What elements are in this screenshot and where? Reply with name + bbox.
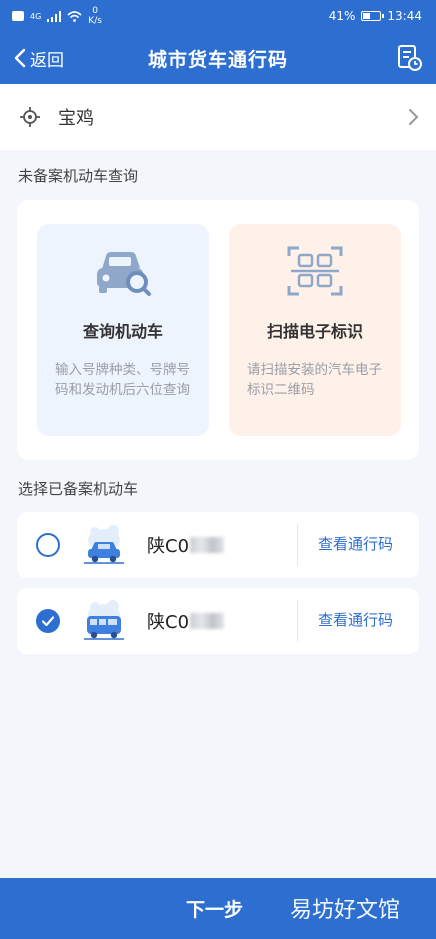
vehicle-plate: 陕C0 xyxy=(147,608,225,634)
back-button[interactable]: 返回 xyxy=(14,32,64,84)
car-search-icon xyxy=(97,252,151,296)
watermark-text: 易坊好文馆 xyxy=(290,898,401,923)
vehicle-radio[interactable] xyxy=(36,609,60,633)
sim-icon xyxy=(12,11,24,21)
vehicle-row[interactable]: 陕C0 查看通行码 xyxy=(17,588,419,654)
speed-unit: K/s xyxy=(88,16,102,26)
city-selector[interactable]: 宝鸡 xyxy=(0,84,436,150)
vehicle-radio[interactable] xyxy=(36,533,60,557)
scan-tag-title: 扫描电子标识 xyxy=(266,322,363,341)
document-clock-icon[interactable] xyxy=(394,43,424,73)
query-vehicle-title: 查询机动车 xyxy=(82,322,163,341)
query-vehicle-desc: 输入号牌种类、号牌号码和发动机后六位查询 xyxy=(55,362,190,398)
back-label: 返回 xyxy=(30,50,64,71)
vehicle-plate-text: 陕C0 xyxy=(147,612,190,633)
scan-tag-desc: 请扫描安装的汽车电子标识二维码 xyxy=(247,362,382,398)
network-type: 4G xyxy=(30,11,42,21)
chevron-right-icon xyxy=(409,109,419,125)
battery-percent: 41% xyxy=(328,9,356,23)
location-target-icon xyxy=(20,107,40,127)
battery-fill xyxy=(363,13,370,19)
network-speed: 0 K/s xyxy=(88,6,102,26)
nav-bar: 返回 城市货车通行码 xyxy=(0,32,436,84)
plate-redaction xyxy=(190,537,225,553)
next-step-button[interactable]: 下一步 xyxy=(186,895,243,922)
wifi-icon xyxy=(67,10,82,22)
row-divider xyxy=(297,600,298,642)
city-name: 宝鸡 xyxy=(58,108,94,129)
speed-value: 0 xyxy=(92,6,98,16)
view-pass-code-button[interactable]: 查看通行码 xyxy=(318,609,393,630)
clock: 13:44 xyxy=(387,9,422,23)
vehicle-plate: 陕C0 xyxy=(147,532,225,558)
bottom-bar: 下一步 易坊好文馆 xyxy=(0,878,436,939)
plate-redaction xyxy=(190,613,225,629)
vehicle-plate-text: 陕C0 xyxy=(147,536,190,557)
scan-tag-card[interactable]: 扫描电子标识 请扫描安装的汽车电子标识二维码 xyxy=(229,224,401,436)
battery-icon xyxy=(361,11,385,21)
car-icon xyxy=(84,525,124,564)
unregistered-query-card: 查询机动车 输入号牌种类、号牌号码和发动机后六位查询 扫描电子标识 请扫描安装的… xyxy=(17,200,419,460)
qr-scan-icon xyxy=(287,246,343,296)
van-icon xyxy=(84,600,124,640)
view-pass-code-button[interactable]: 查看通行码 xyxy=(318,533,393,554)
row-divider xyxy=(297,524,298,566)
signal-icon xyxy=(47,10,62,22)
registered-section-title: 选择已备案机动车 xyxy=(18,480,139,498)
page-title: 城市货车通行码 xyxy=(147,48,288,71)
query-vehicle-card[interactable]: 查询机动车 输入号牌种类、号牌号码和发动机后六位查询 xyxy=(37,224,209,436)
checkmark-icon xyxy=(41,616,55,627)
status-left: 4G 0 K/s xyxy=(12,6,102,26)
chevron-left-icon xyxy=(14,48,26,68)
status-right: 41% 13:44 xyxy=(329,9,422,23)
status-bar: 4G 0 K/s 41% 13:44 xyxy=(0,0,436,32)
unregistered-section-title: 未备案机动车查询 xyxy=(18,167,139,185)
vehicle-row[interactable]: 陕C0 查看通行码 xyxy=(17,512,419,578)
